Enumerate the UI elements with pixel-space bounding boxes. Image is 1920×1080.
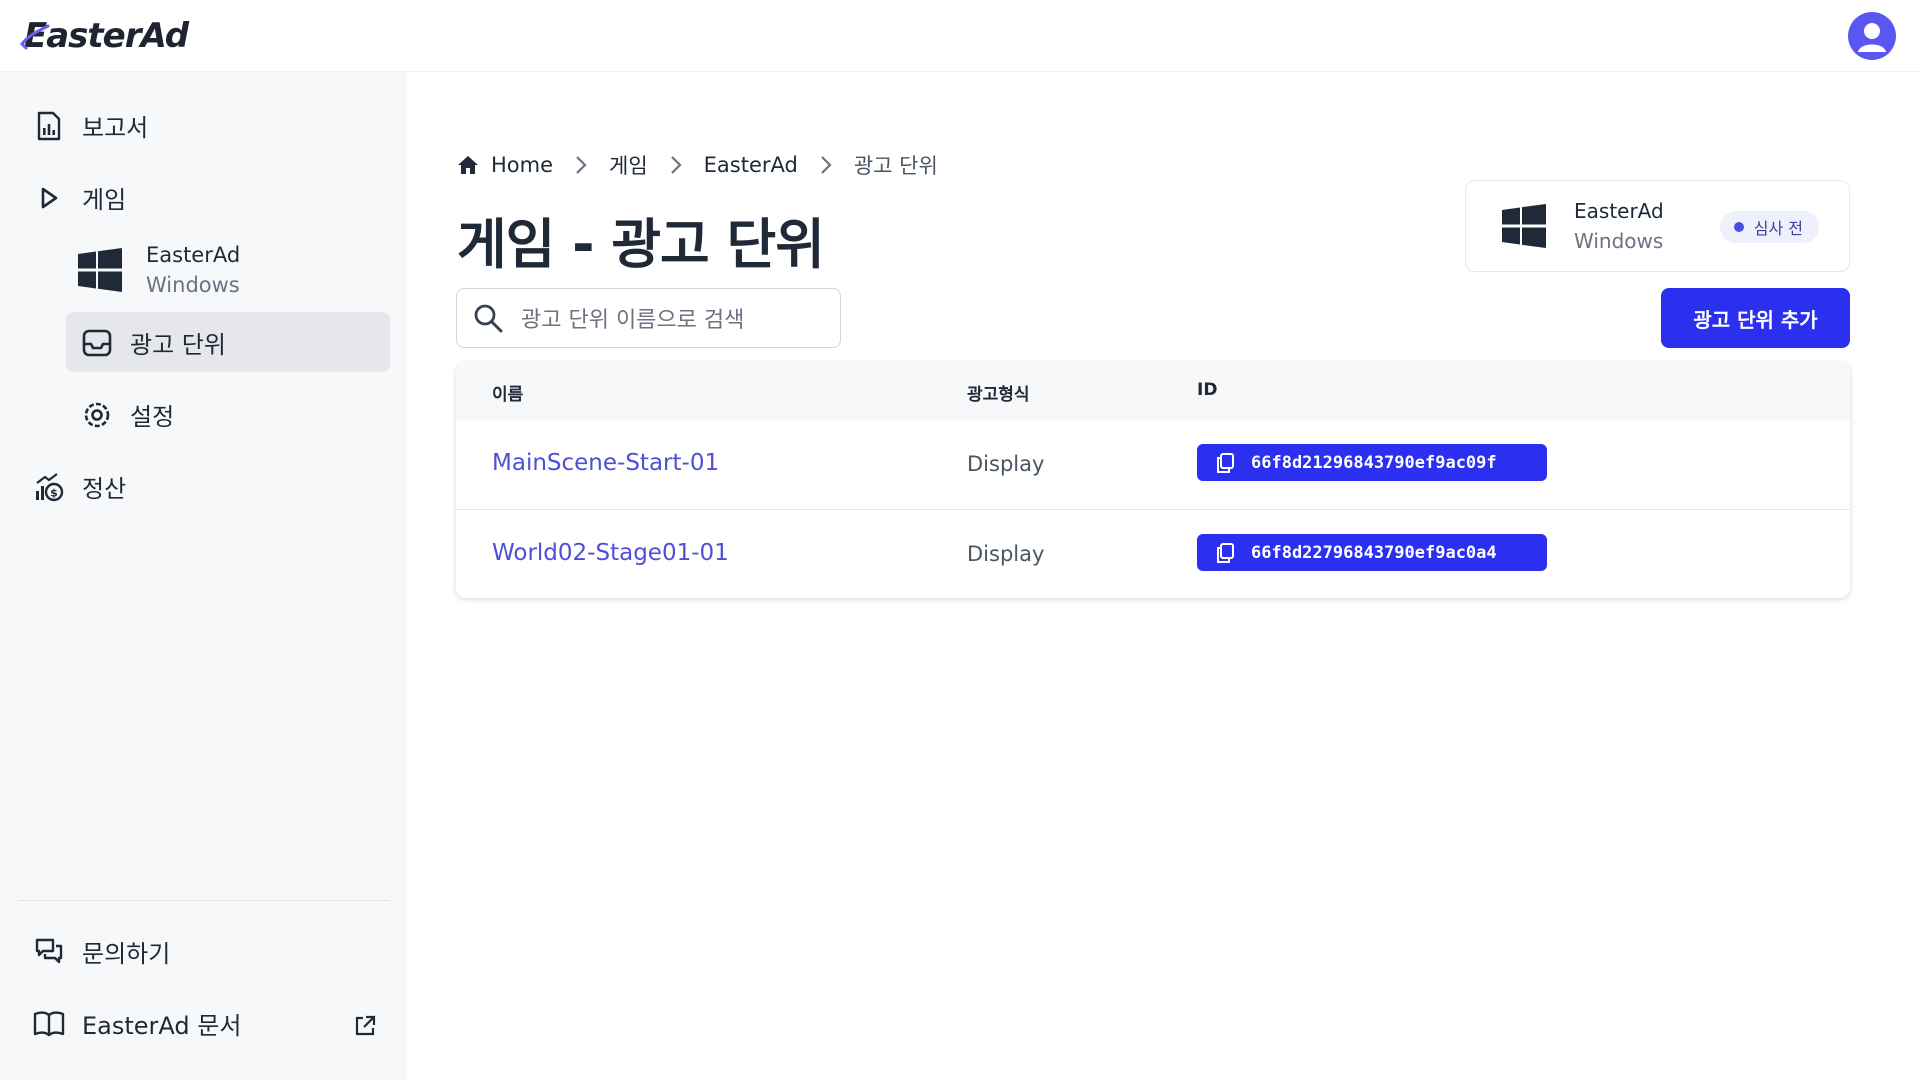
sidebar-game-name: EasterAd — [146, 243, 241, 267]
inbox-icon — [80, 326, 114, 360]
user-avatar[interactable] — [1848, 11, 1896, 60]
home-icon[interactable] — [457, 154, 479, 176]
windows-icon — [78, 248, 122, 292]
chat-icon — [32, 935, 66, 969]
sidebar-item-label: 정산 — [82, 475, 127, 503]
sidebar-item-label: EasterAd 문서 — [82, 1012, 242, 1040]
breadcrumb-item[interactable]: 게임 — [609, 150, 648, 180]
main-content: Home 게임 EasterAd 광고 단위 게임 - 광고 단위 Easter… — [407, 72, 1920, 1080]
sidebar-item-label: 설정 — [130, 403, 175, 431]
sidebar-item-settings[interactable]: 설정 — [80, 397, 174, 432]
table-row: World02-Stage01-01 Display 66f8d22796843… — [456, 509, 1850, 598]
copy-id-button[interactable]: 66f8d21296843790ef9ac09f — [1197, 444, 1547, 481]
external-link-icon[interactable] — [354, 1015, 376, 1037]
chevron-right-icon — [820, 155, 832, 175]
top-bar: EasterAd — [0, 0, 1920, 72]
search-input[interactable]: 광고 단위 이름으로 검색 — [456, 288, 841, 348]
user-circle-icon — [1858, 22, 1886, 52]
chevron-right-icon — [670, 155, 682, 175]
ad-unit-name-link[interactable]: World02-Stage01-01 — [492, 540, 729, 566]
sidebar-item-docs[interactable]: EasterAd 문서 — [32, 1006, 241, 1041]
breadcrumb-current: 광고 단위 — [853, 154, 938, 178]
report-icon — [32, 109, 66, 143]
sidebar-item-label: 게임 — [82, 186, 127, 214]
copy-icon — [1215, 542, 1235, 564]
sidebar-item-ad-units[interactable]: 광고 단위 — [80, 325, 226, 360]
sidebar: 보고서 게임 EasterAd Windows 광고 단위 설정 $ 정산 문의… — [0, 72, 407, 1080]
column-header-id[interactable]: ID — [1197, 380, 1217, 400]
app-card-platform: Windows — [1574, 229, 1664, 253]
logo[interactable]: EasterAd — [20, 16, 189, 56]
column-header-name[interactable]: 이름 — [492, 380, 523, 405]
sidebar-item-label: 보고서 — [82, 114, 149, 142]
copy-icon — [1215, 452, 1235, 474]
settlement-icon: $ — [32, 470, 66, 504]
status-dot — [1733, 222, 1744, 232]
sidebar-game-platform: Windows — [146, 273, 240, 297]
copy-id-button[interactable]: 66f8d22796843790ef9ac0a4 — [1197, 534, 1547, 571]
sidebar-item-label: 문의하기 — [82, 940, 171, 968]
table-header: 이름 광고형식 ID — [456, 362, 1850, 420]
sidebar-item-games[interactable]: 게임 — [32, 180, 126, 215]
chevron-right-icon — [575, 155, 587, 175]
table-row: MainScene-Start-01 Display 66f8d21296843… — [456, 420, 1850, 509]
app-card-name: EasterAd — [1574, 199, 1664, 223]
ad-unit-format: Display — [967, 542, 1045, 566]
breadcrumb-home[interactable]: Home — [491, 153, 553, 177]
search-icon — [474, 304, 503, 333]
ad-unit-id: 66f8d22796843790ef9ac0a4 — [1251, 542, 1497, 563]
status-badge-label: 심사 전 — [1753, 219, 1803, 238]
windows-icon — [1502, 204, 1546, 248]
gear-icon — [80, 398, 114, 432]
play-icon — [32, 181, 66, 215]
sidebar-item-contact[interactable]: 문의하기 — [32, 934, 170, 969]
page-title: 게임 - 광고 단위 — [457, 213, 825, 276]
app-card: EasterAd Windows 심사 전 — [1465, 180, 1850, 272]
breadcrumb: Home 게임 EasterAd 광고 단위 — [457, 150, 938, 180]
status-badge: 심사 전 — [1719, 211, 1819, 243]
ad-unit-id: 66f8d21296843790ef9ac09f — [1251, 452, 1497, 473]
ad-unit-format: Display — [967, 452, 1045, 476]
ad-unit-name-link[interactable]: MainScene-Start-01 — [492, 450, 719, 476]
sidebar-divider — [18, 900, 390, 901]
sidebar-item-label: 광고 단위 — [130, 331, 226, 359]
sidebar-item-reports[interactable]: 보고서 — [32, 108, 148, 143]
svg-text:$: $ — [50, 486, 58, 499]
breadcrumb-item[interactable]: EasterAd — [704, 153, 798, 177]
add-ad-unit-button[interactable]: 광고 단위 추가 — [1661, 288, 1850, 348]
sidebar-game-entry[interactable]: EasterAd Windows — [78, 240, 240, 300]
logo-swoosh-icon — [20, 24, 50, 49]
ad-units-table: 이름 광고형식 ID MainScene-Start-01 Display 66… — [456, 362, 1850, 598]
search-placeholder: 광고 단위 이름으로 검색 — [521, 308, 745, 333]
sidebar-item-settlement[interactable]: $ 정산 — [32, 469, 126, 504]
book-icon — [32, 1007, 66, 1041]
column-header-format[interactable]: 광고형식 — [967, 380, 1030, 405]
